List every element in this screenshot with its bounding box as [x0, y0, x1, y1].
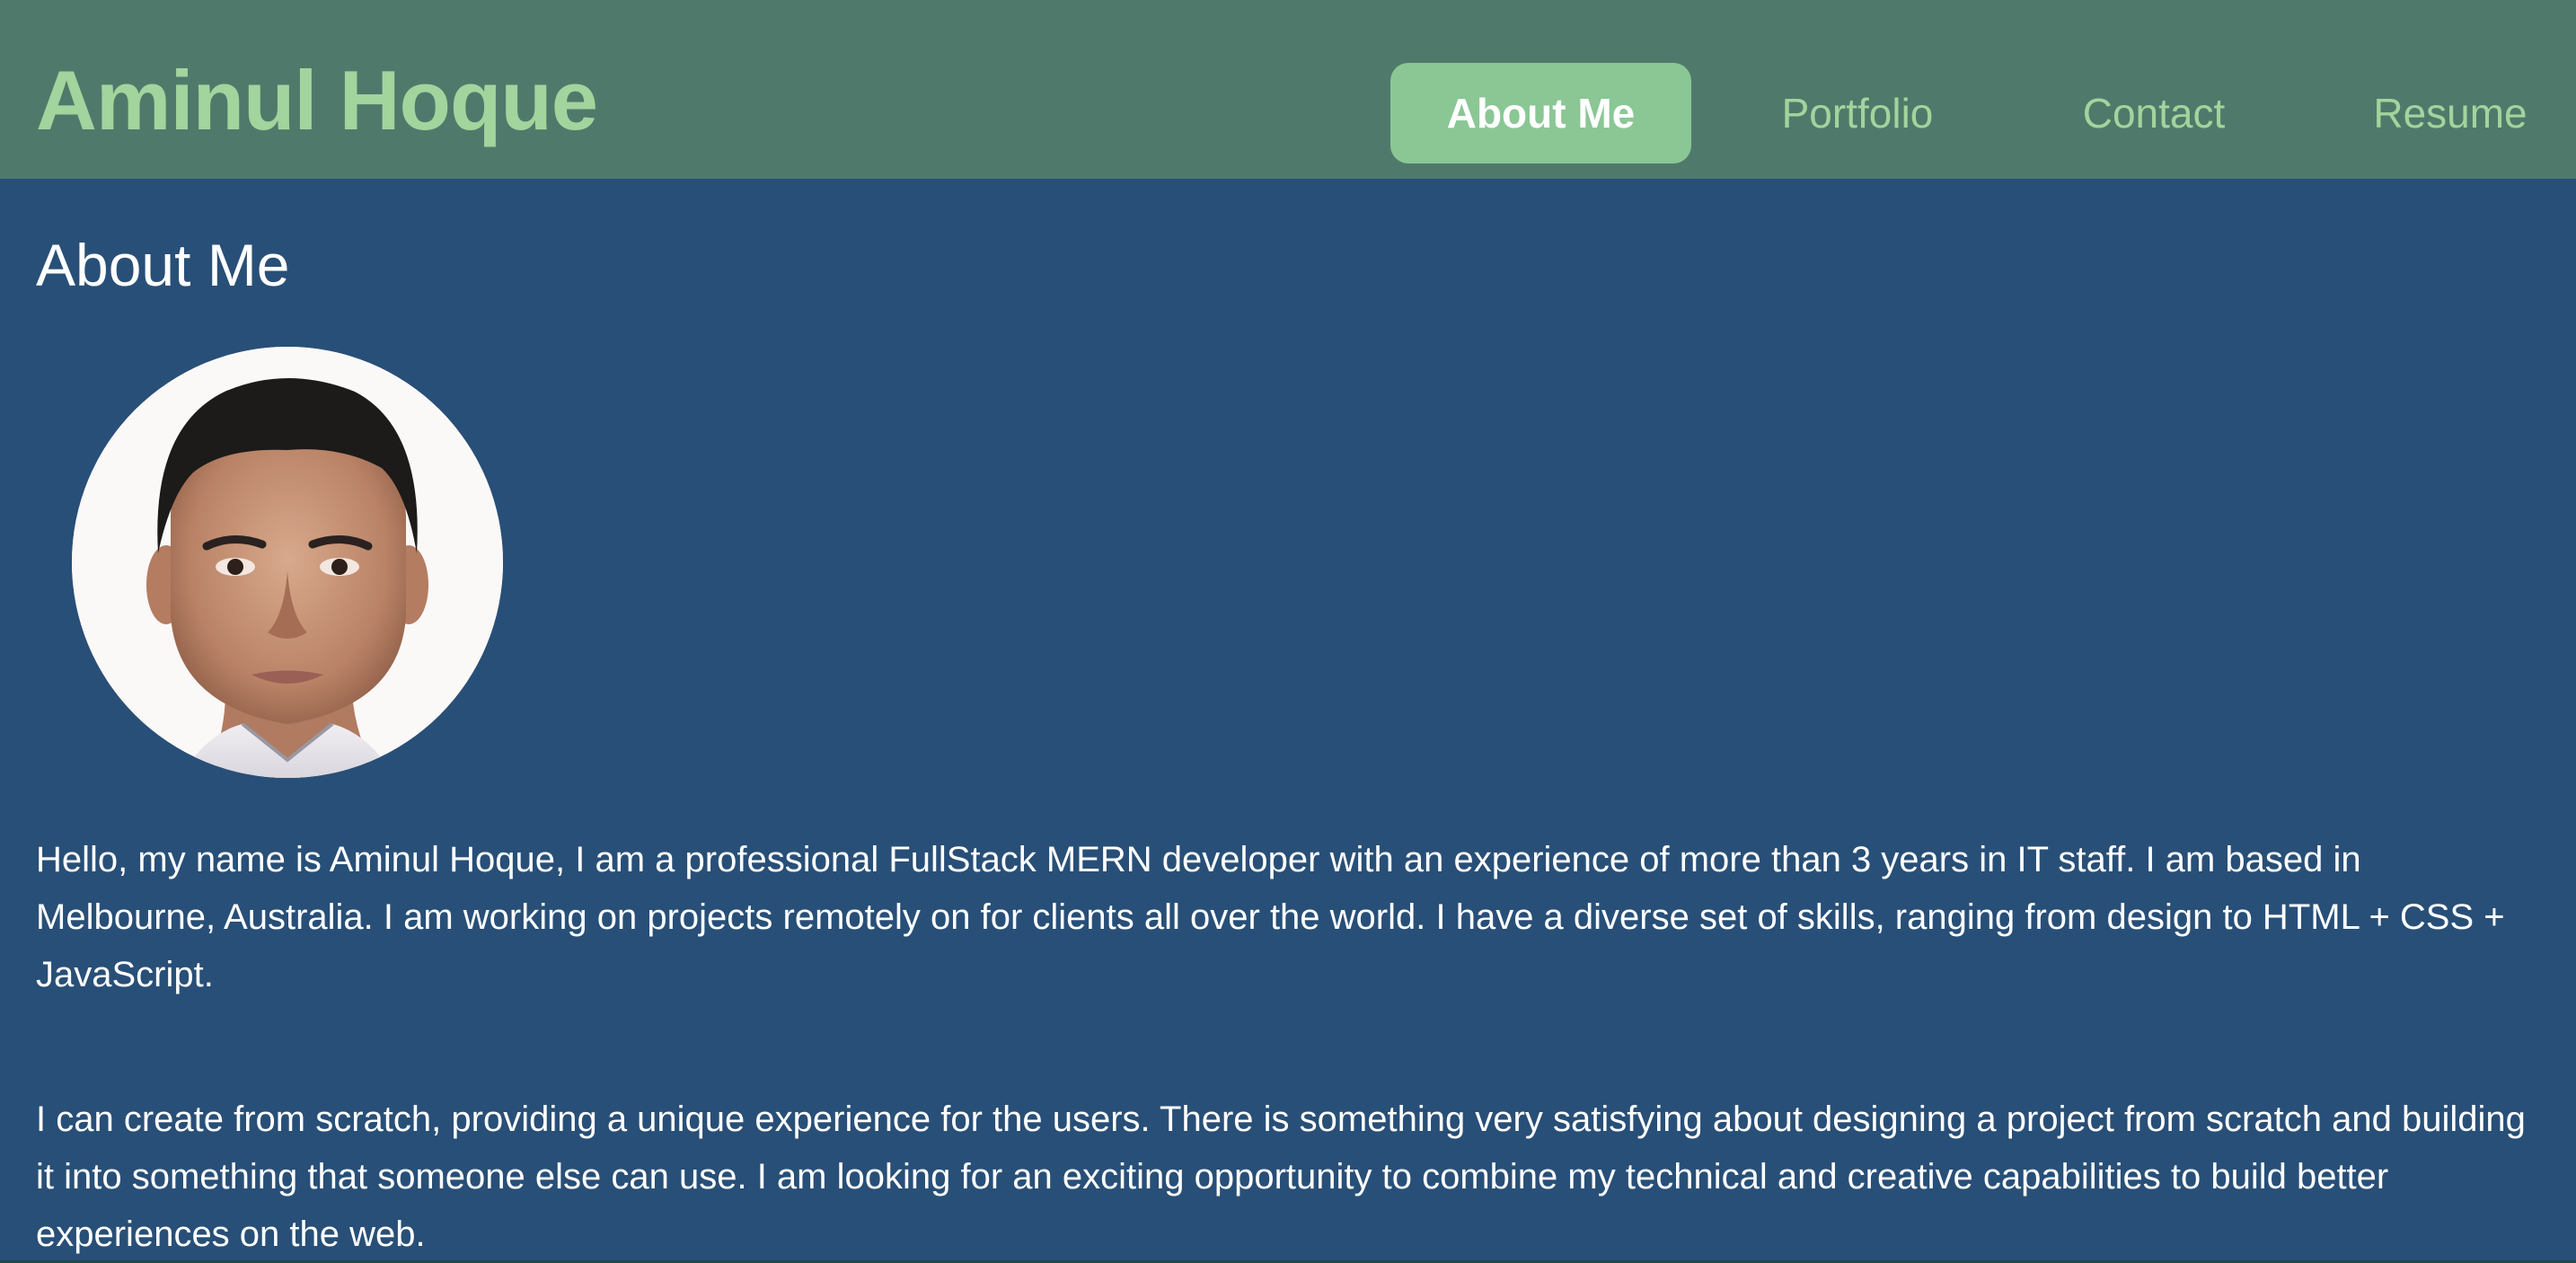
nav-about-me[interactable]: About Me: [1390, 63, 1691, 163]
nav-portfolio[interactable]: Portfolio: [1727, 63, 1988, 163]
bio-paragraph: Hello, my name is Aminul Hoque, I am a p…: [36, 840, 2505, 994]
profile-photo-icon: [72, 347, 503, 778]
site-brand[interactable]: Aminul Hoque: [36, 47, 598, 155]
main-nav: About Me Portfolio Contact Resume: [1319, 63, 2576, 163]
nav-contact[interactable]: Contact: [2024, 63, 2284, 163]
section-title: About Me: [36, 232, 290, 298]
about-section: About Me Hello, my name is Aminul Hoque,…: [0, 179, 2576, 1263]
nav-resume[interactable]: Resume: [2320, 63, 2576, 163]
avatar: [72, 347, 503, 778]
bio-paragraph: I can create from scratch, providing a u…: [36, 1100, 2526, 1254]
site-header: Aminul Hoque About Me Portfolio Contact …: [0, 0, 2576, 179]
